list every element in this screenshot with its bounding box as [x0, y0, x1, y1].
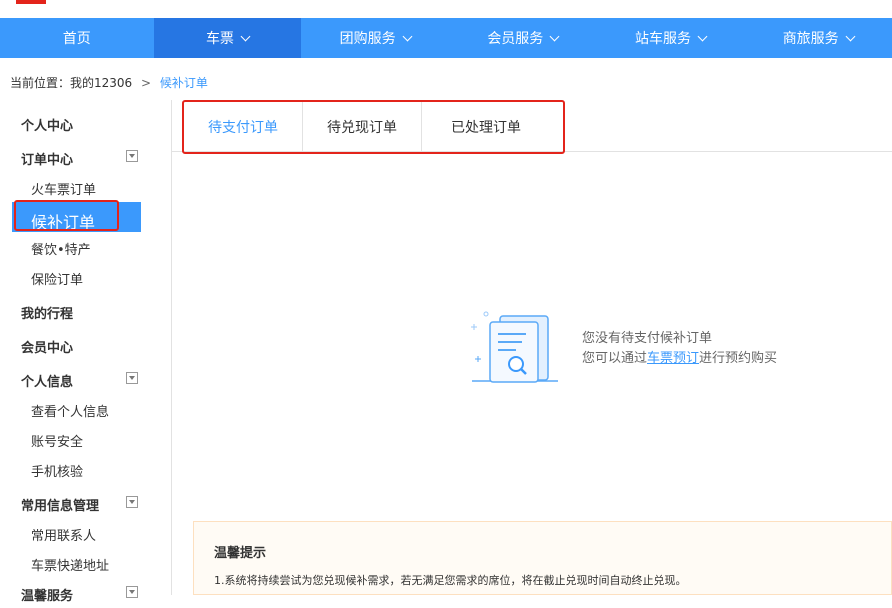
highlight-box-tabs — [182, 100, 565, 154]
ticket-booking-link[interactable]: 车票预订 — [647, 351, 699, 366]
chevron-down-icon — [845, 31, 856, 41]
collapse-toggle-icon[interactable] — [126, 150, 138, 162]
chevron-down-icon — [402, 31, 413, 41]
sidebar-item-contacts[interactable]: 常用联系人 — [0, 518, 170, 548]
nav-item-station-service[interactable]: 站车服务 — [597, 18, 745, 58]
sidebar-item-delivery-address[interactable]: 车票快递地址 — [0, 548, 170, 578]
nav-item-business-travel[interactable]: 商旅服务 — [744, 18, 892, 58]
empty-state-line1: 您没有待支付候补订单 — [582, 331, 713, 346]
sidebar-item-warm-service[interactable]: 温馨服务 — [0, 578, 170, 608]
sidebar-item-personal-center[interactable]: 个人中心 — [0, 108, 170, 138]
tips-panel: 温馨提示 1.系统将持续尝试为您兑现候补需求，若无满足您需求的席位，将在截止兑现… — [193, 521, 892, 595]
collapse-toggle-icon[interactable] — [126, 372, 138, 384]
breadcrumb-prefix[interactable]: 当前位置：我的12306 — [10, 76, 132, 90]
collapse-toggle-icon[interactable] — [126, 496, 138, 508]
breadcrumb-current: 候补订单 — [159, 76, 208, 90]
empty-state-message: 您没有待支付候补订单 您可以通过车票预订进行预约购买 — [582, 329, 777, 369]
chevron-down-icon — [697, 31, 708, 41]
breadcrumb-separator: > — [141, 76, 152, 90]
chevron-down-icon — [549, 31, 560, 41]
sidebar-item-view-personal-info[interactable]: 查看个人信息 — [0, 394, 170, 424]
sidebar-item-personal-info[interactable]: 个人信息 — [0, 364, 170, 394]
breadcrumb: 当前位置：我的12306 > 候补订单 — [10, 74, 208, 91]
tips-line-1: 1.系统将持续尝试为您兑现候补需求，若无满足您需求的席位，将在截止兑现时间自动终… — [214, 574, 687, 587]
nav-item-home[interactable]: 首页 — [0, 18, 154, 58]
sidebar-item-train-ticket-orders[interactable]: 火车票订单 — [0, 172, 170, 202]
main-nav: 首页 车票 团购服务 会员服务 站车服务 商旅服务 — [0, 18, 892, 58]
empty-state-line2: 您可以通过车票预订进行预约购买 — [582, 351, 778, 366]
top-header — [0, 0, 892, 18]
tips-title: 温馨提示 — [214, 546, 267, 561]
sidebar-item-my-trips[interactable]: 我的行程 — [0, 296, 170, 326]
highlight-box-sidebar — [14, 200, 119, 231]
logo-mark — [16, 0, 46, 4]
chevron-down-icon — [240, 31, 251, 41]
empty-document-icon — [471, 311, 558, 383]
sidebar: 个人中心 订单中心 火车票订单 候补订单 餐饮•特产 保险订单 我的行程 会员中… — [0, 100, 172, 604]
sidebar-item-common-info[interactable]: 常用信息管理 — [0, 488, 170, 518]
sidebar-item-account-security[interactable]: 账号安全 — [0, 424, 170, 454]
sidebar-item-catering[interactable]: 餐饮•特产 — [0, 232, 170, 262]
sidebar-item-member-center[interactable]: 会员中心 — [0, 330, 170, 360]
sidebar-item-insurance-orders[interactable]: 保险订单 — [0, 262, 170, 292]
nav-item-tickets[interactable]: 车票 — [153, 18, 302, 58]
nav-item-group-service[interactable]: 团购服务 — [301, 18, 449, 58]
sidebar-item-order-center[interactable]: 订单中心 — [0, 142, 170, 172]
nav-item-member-service[interactable]: 会员服务 — [449, 18, 597, 58]
sidebar-item-phone-verify[interactable]: 手机核验 — [0, 454, 170, 484]
collapse-toggle-icon[interactable] — [126, 586, 138, 598]
